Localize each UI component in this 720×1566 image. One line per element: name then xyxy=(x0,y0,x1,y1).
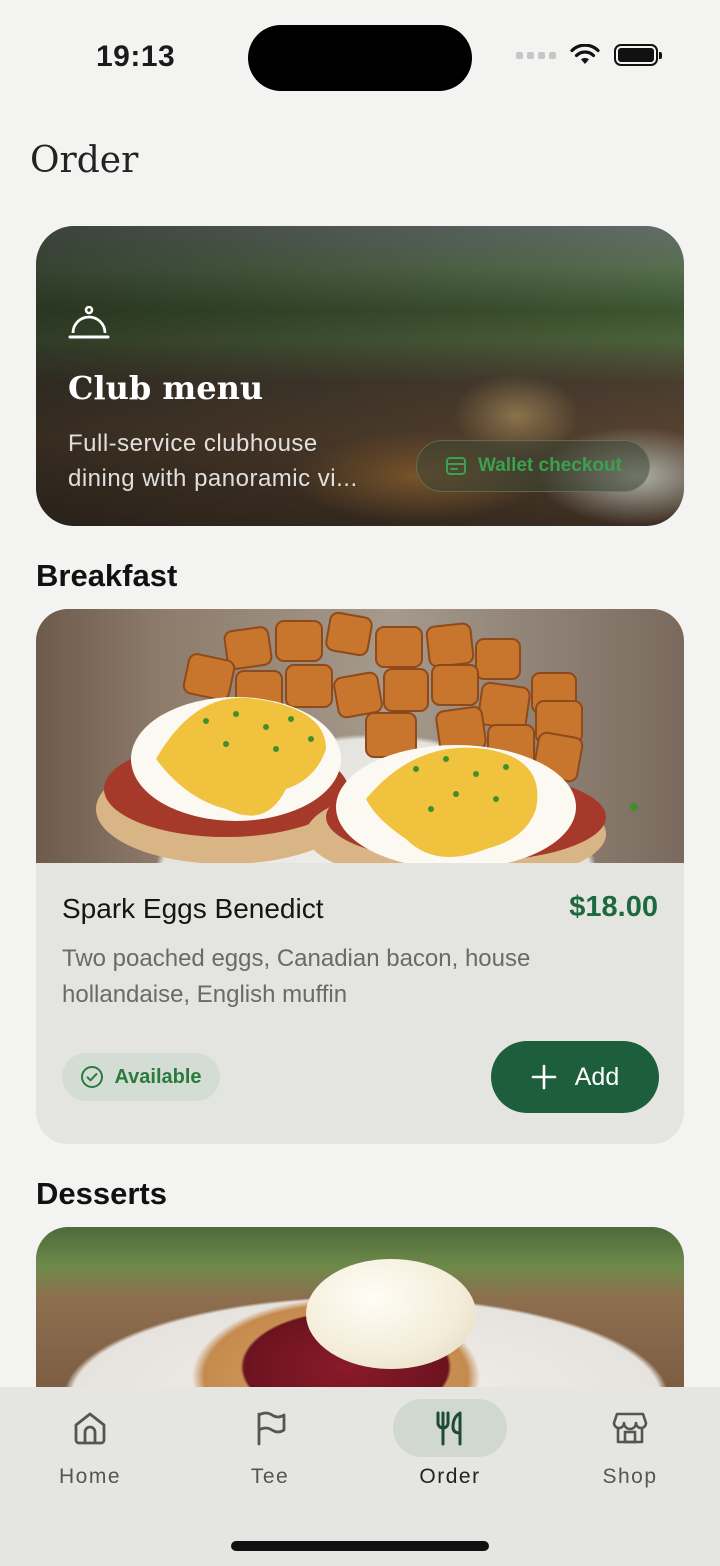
check-circle-icon xyxy=(81,1066,104,1088)
add-button-label: Add xyxy=(574,1062,620,1091)
nav-item-tee[interactable]: Tee xyxy=(180,1387,360,1527)
nav-item-shop[interactable]: Shop xyxy=(540,1387,720,1527)
page-title: Order xyxy=(30,140,139,181)
section-title-breakfast: Breakfast xyxy=(36,558,178,593)
menu-item-card[interactable]: Spark Eggs Benedict $18.00 Two poached e… xyxy=(36,609,684,1144)
bottom-nav: Home Tee Order Shop xyxy=(0,1387,720,1566)
nav-label-shop: Shop xyxy=(602,1465,658,1488)
menu-item-info: Spark Eggs Benedict $18.00 Two poached e… xyxy=(36,863,684,1144)
cellular-signal-icon xyxy=(516,51,556,59)
nav-item-home[interactable]: Home xyxy=(0,1387,180,1527)
add-to-order-button[interactable]: Add xyxy=(491,1041,659,1113)
club-menu-card[interactable]: Club menu Full-service clubhouse dining … xyxy=(36,226,684,526)
nav-label-tee: Tee xyxy=(250,1465,290,1488)
service-bell-icon xyxy=(68,306,110,339)
dynamic-island xyxy=(248,25,472,91)
menu-item-name: Spark Eggs Benedict xyxy=(62,893,324,924)
menu-item-photo xyxy=(36,609,684,863)
menu-item-description: Two poached eggs, Canadian bacon, house … xyxy=(62,945,531,1008)
dessert-item-photo[interactable] xyxy=(36,1227,684,1407)
section-title-desserts: Desserts xyxy=(36,1176,167,1211)
availability-badge: Available xyxy=(62,1053,220,1101)
status-icons xyxy=(516,44,662,66)
wallet-icon xyxy=(446,457,467,475)
menu-item-price: $18.00 xyxy=(569,891,658,923)
dessert-cream-topping xyxy=(306,1259,476,1369)
status-time: 19:13 xyxy=(96,40,176,73)
utensils-icon xyxy=(436,1411,462,1446)
wallet-checkout-button[interactable]: Wallet checkout xyxy=(416,440,650,492)
wallet-checkout-label: Wallet checkout xyxy=(478,455,622,476)
hero-title: Club menu xyxy=(68,369,264,407)
plus-icon xyxy=(531,1064,557,1090)
flag-icon xyxy=(257,1411,286,1446)
home-icon xyxy=(74,1412,106,1445)
store-icon xyxy=(612,1412,648,1444)
wifi-icon xyxy=(570,44,600,64)
availability-label: Available xyxy=(114,1065,202,1088)
hero-description: Full-service clubhouse dining with panor… xyxy=(68,430,358,492)
nav-label-order: Order xyxy=(419,1465,481,1488)
home-indicator[interactable] xyxy=(231,1541,489,1551)
nav-item-order[interactable]: Order xyxy=(360,1387,540,1527)
battery-icon xyxy=(614,44,662,66)
nav-label-home: Home xyxy=(58,1465,122,1488)
